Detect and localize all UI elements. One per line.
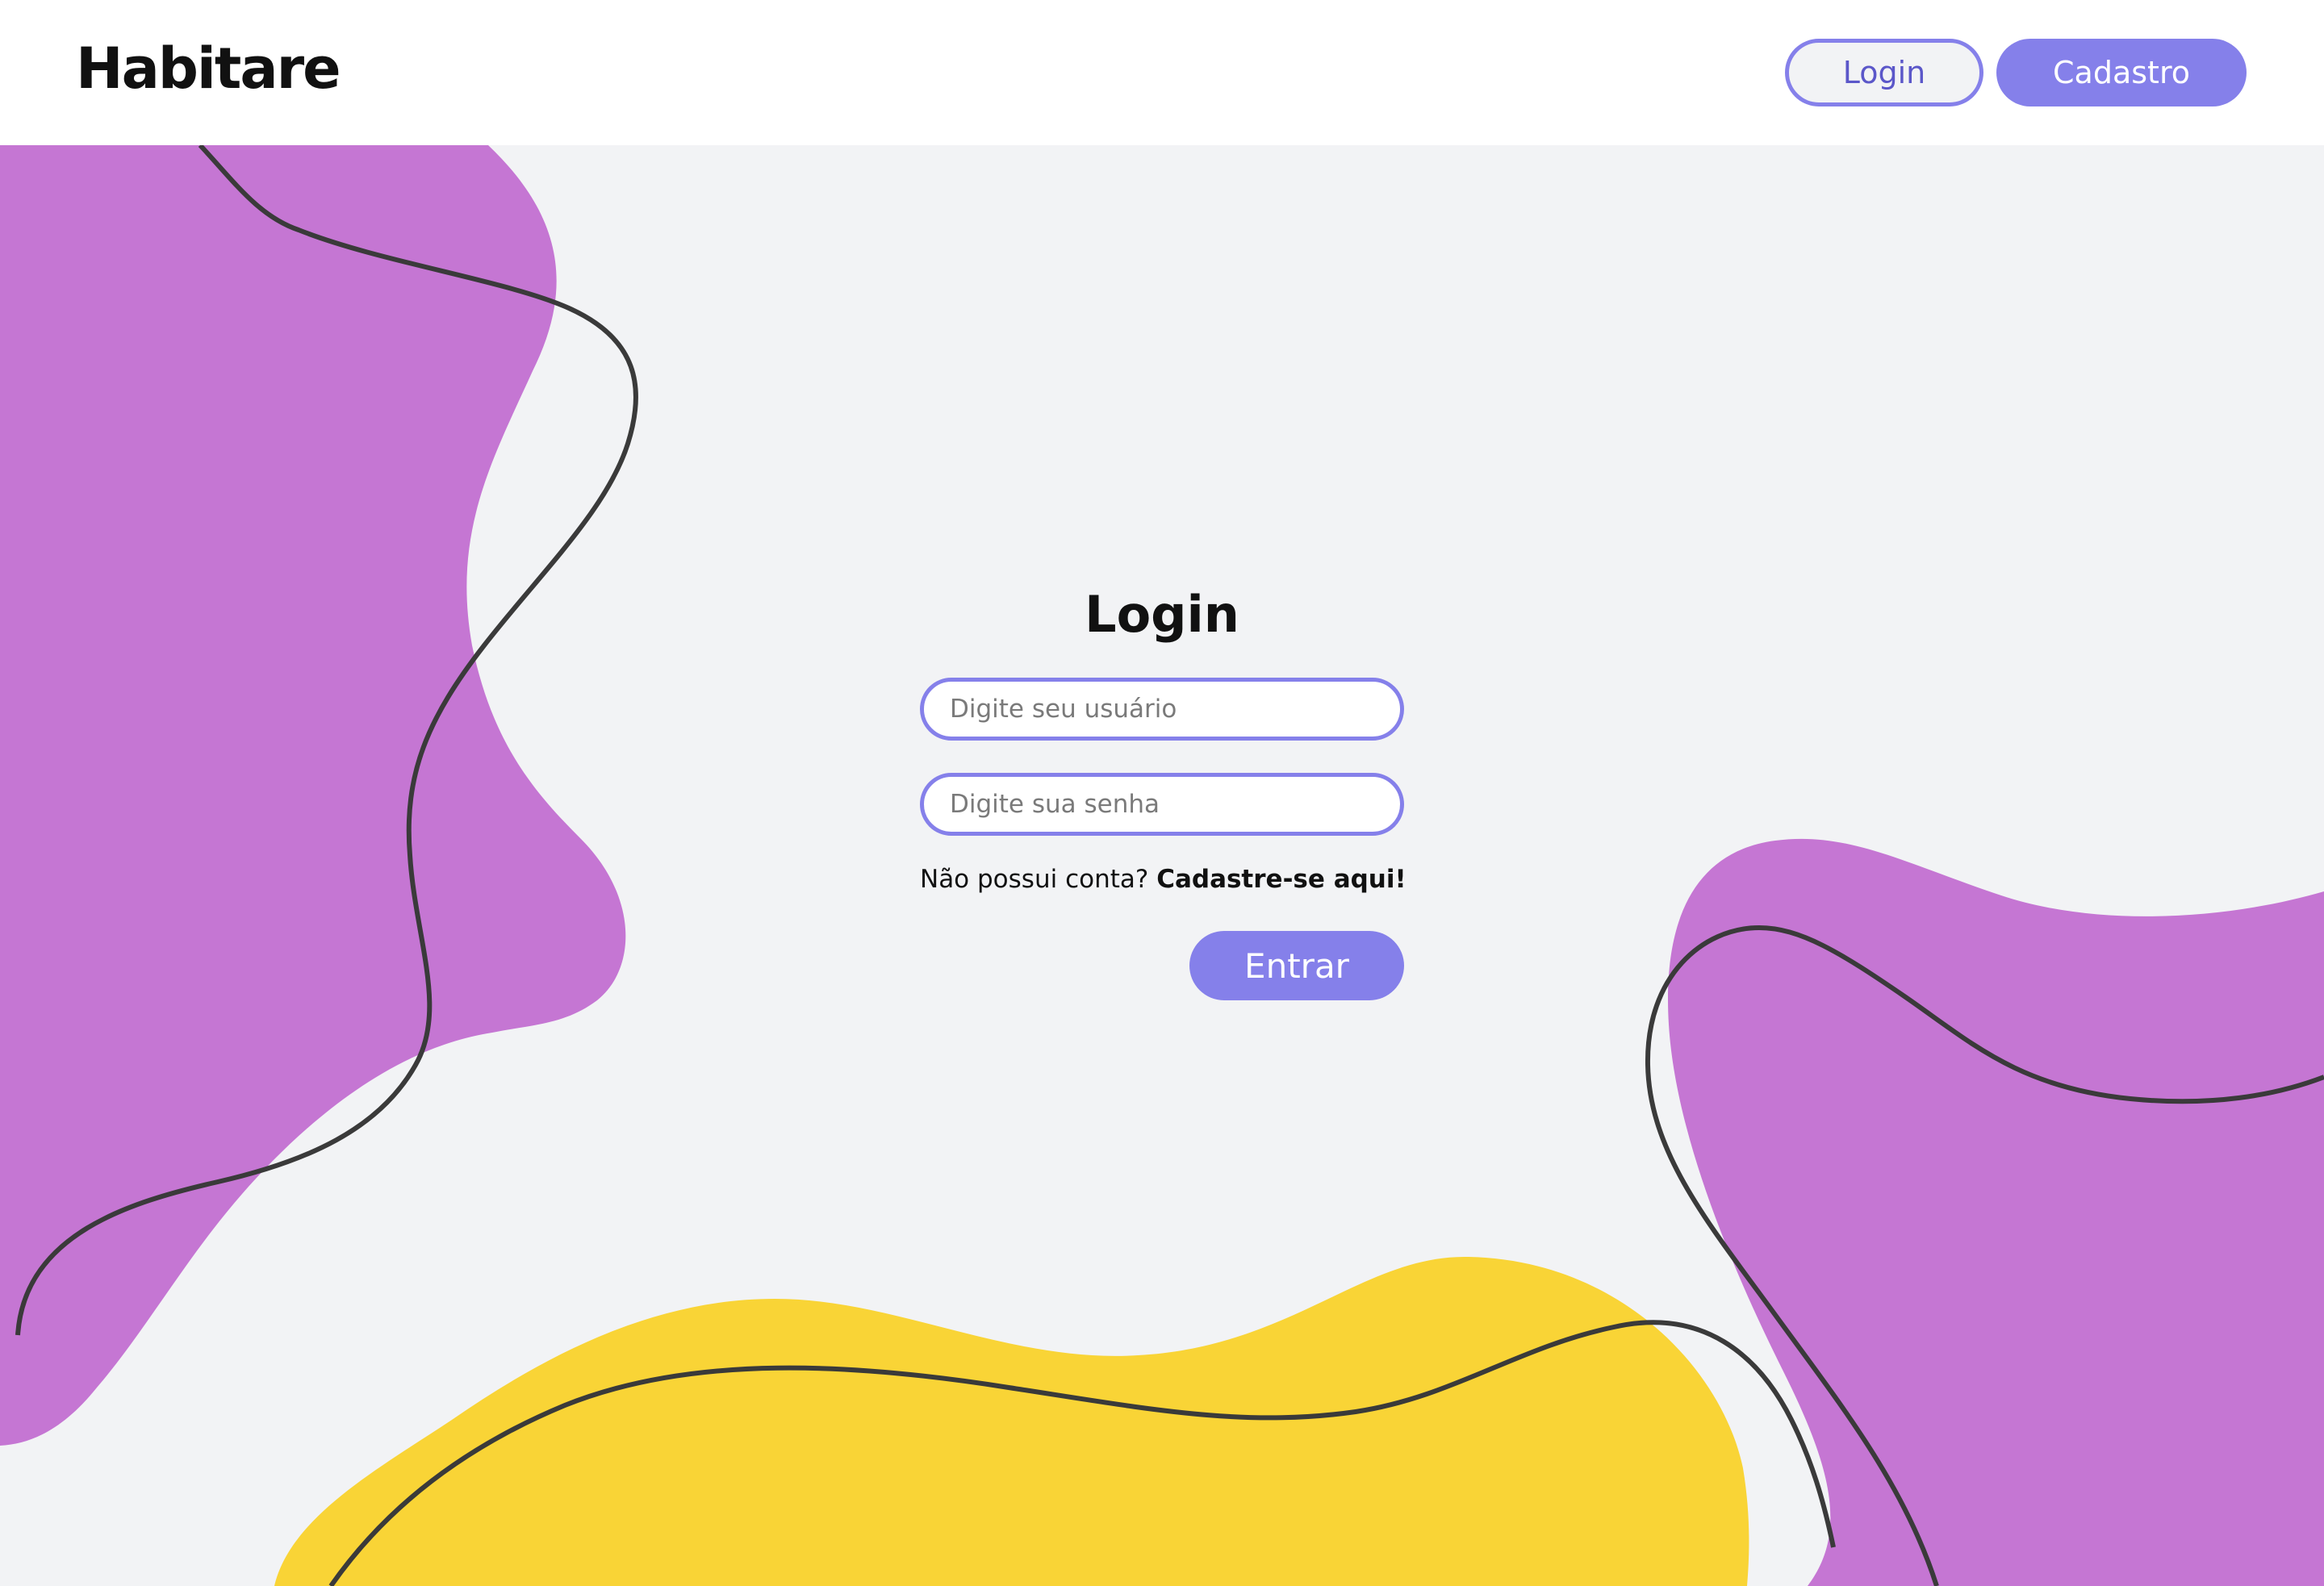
login-title: Login (1085, 585, 1239, 644)
login-page: Habitare Login Cadastro Login Não possui… (0, 0, 2324, 1586)
nav-login-button[interactable]: Login (1785, 39, 1983, 106)
right-purple-blob (1668, 838, 2324, 1586)
bottom-yellow-blob (274, 1256, 1749, 1586)
signup-link[interactable]: Cadastre-se aqui! (1156, 865, 1406, 894)
login-form: Login Não possui conta? Cadastre-se aqui… (920, 581, 1407, 1000)
top-navbar: Habitare Login Cadastro (0, 0, 2324, 145)
nav-signup-button[interactable]: Cadastro (1996, 39, 2247, 106)
submit-button[interactable]: Entrar (1189, 931, 1404, 1000)
username-input[interactable] (920, 678, 1404, 741)
logo[interactable]: Habitare (76, 32, 341, 105)
left-purple-blob (0, 145, 626, 1446)
password-input[interactable] (920, 773, 1404, 836)
signup-prompt: Não possui conta? Cadastre-se aqui! (920, 865, 1407, 894)
no-account-text: Não possui conta? (920, 865, 1149, 894)
